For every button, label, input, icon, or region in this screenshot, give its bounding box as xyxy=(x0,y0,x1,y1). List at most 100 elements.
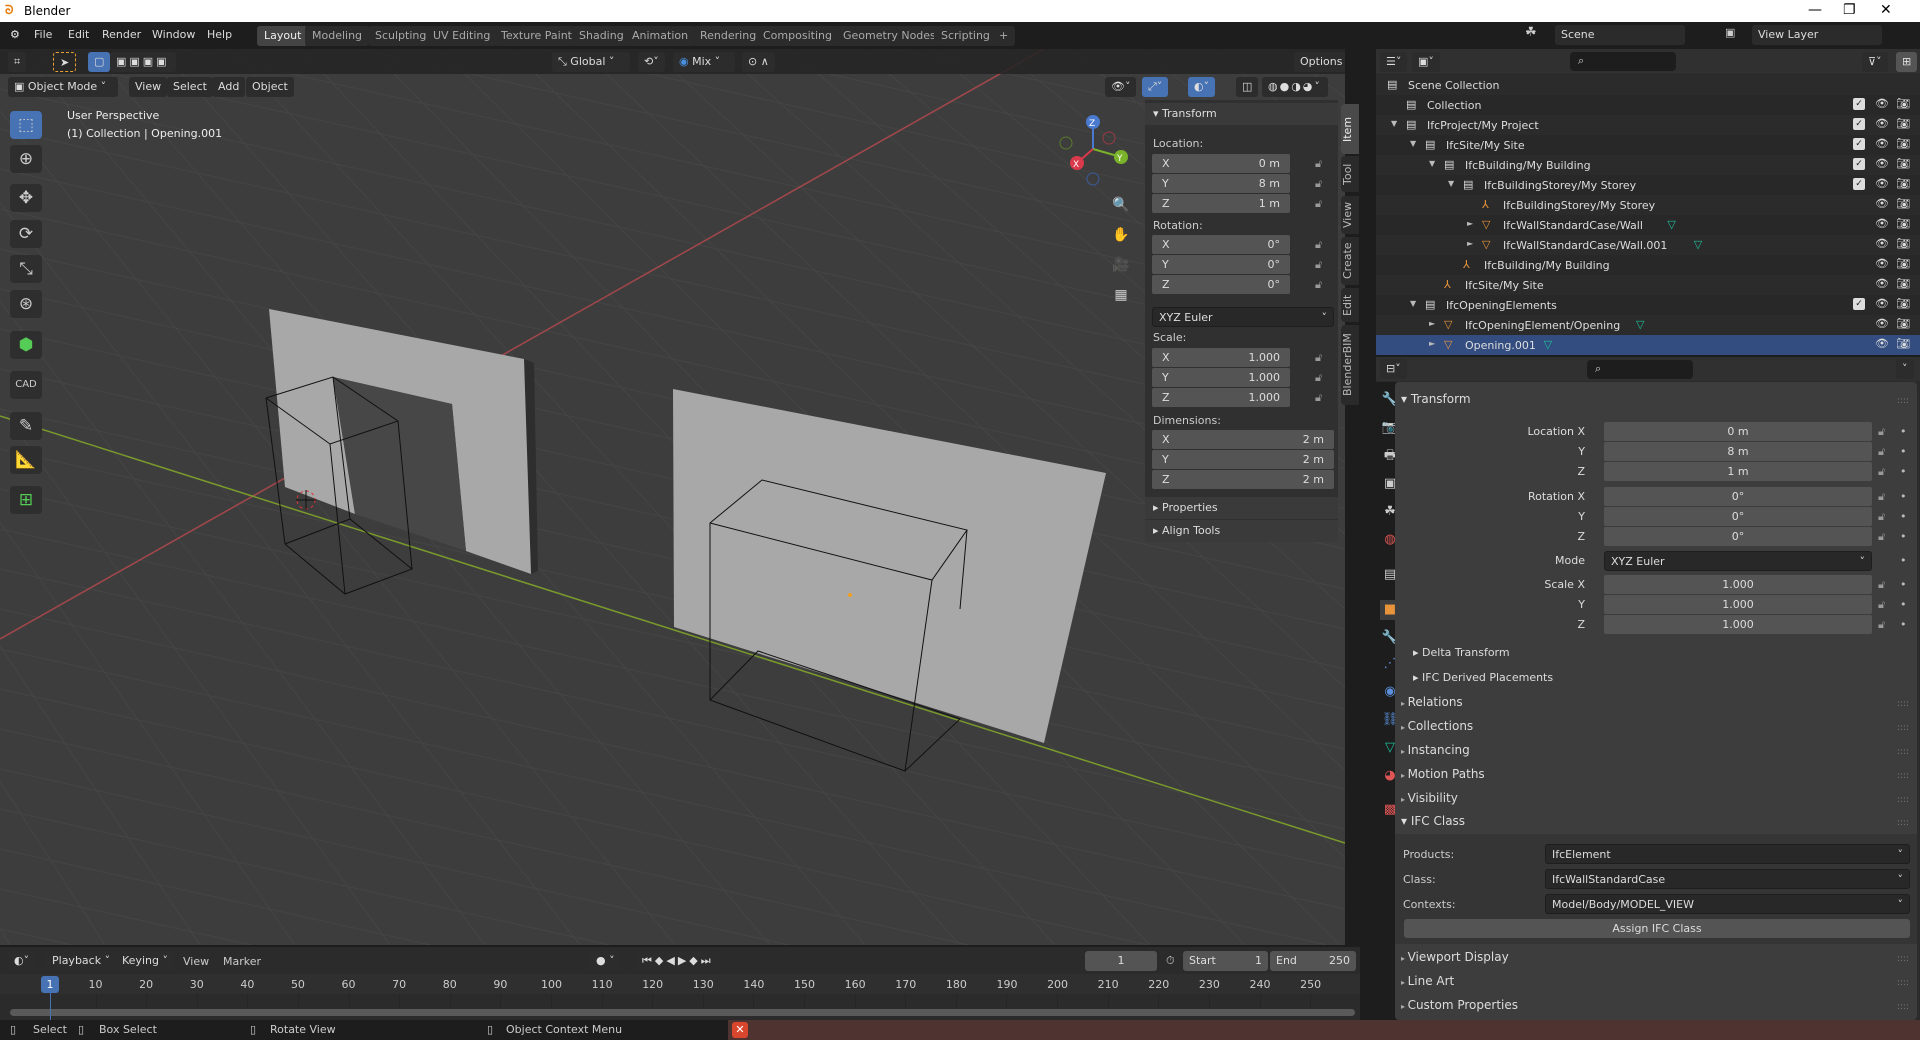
dimensions-y-field[interactable]: Y 2 m xyxy=(1152,450,1334,469)
outliner-row[interactable]: ⅄ IfcBuilding/My Building 👁︎ 📷︎ xyxy=(1376,255,1920,275)
rotation-field[interactable]: 0° xyxy=(1604,527,1872,546)
exclude-checkbox[interactable]: ✓ xyxy=(1853,118,1865,130)
expand-toggle-icon[interactable]: ▼ xyxy=(1410,139,1416,148)
tab-blenderbim[interactable]: BlenderBIM xyxy=(1341,325,1359,405)
outliner-row[interactable]: ► ▽ Opening.001 ▽ 👁︎ 📷︎ xyxy=(1376,335,1920,355)
location-field[interactable]: 1 m xyxy=(1604,462,1872,481)
close-button[interactable]: ✕ xyxy=(1880,2,1892,18)
menu-render[interactable]: Render xyxy=(102,28,141,41)
view-layer-selector[interactable]: View Layer xyxy=(1752,25,1882,45)
lock-icon[interactable]: 🔓︎ xyxy=(1315,371,1322,385)
scale-x-field[interactable]: X 1.000 xyxy=(1152,348,1290,367)
dimensions-x-field[interactable]: X 2 m xyxy=(1152,430,1334,449)
rotation-field[interactable]: 0° xyxy=(1604,487,1872,506)
add-cube-tool-icon[interactable]: ⊞ xyxy=(10,486,42,514)
tab-geometry-nodes[interactable]: Geometry Nodes xyxy=(836,26,943,46)
lock-icon[interactable]: 🔓︎ xyxy=(1315,391,1322,405)
eye-icon[interactable]: 👁︎ xyxy=(1875,157,1889,170)
select-tool-icon[interactable]: ➤ xyxy=(53,52,77,72)
gizmo-z-label[interactable]: Z xyxy=(1089,119,1095,129)
timeline-marker-menu[interactable]: Marker xyxy=(223,955,261,968)
mesh-data-icon[interactable]: ▽ xyxy=(1636,318,1644,331)
transform-panel-header[interactable]: ▾ Transform xyxy=(1145,103,1338,125)
tab-compositing[interactable]: Compositing xyxy=(756,26,839,46)
render-camera-icon[interactable]: 📷︎ xyxy=(1896,197,1910,210)
eye-icon[interactable]: 👁︎ xyxy=(1875,337,1889,350)
timeline-editor-type-icon[interactable]: ◐˅ xyxy=(8,951,36,971)
delta-transform-header[interactable]: ▸ Delta Transform xyxy=(1413,646,1510,666)
render-camera-icon[interactable]: 📷︎ xyxy=(1896,137,1910,150)
keyframe-dot-icon[interactable]: • xyxy=(1900,578,1907,591)
snap-dropdown[interactable]: ◉ Mix ˅ xyxy=(673,52,735,72)
outliner-row[interactable]: ▼ ▤ IfcProject/My Project ✓ 👁︎ 📷︎ xyxy=(1376,115,1920,135)
scene-icon[interactable]: ☘ xyxy=(1525,25,1537,40)
drag-grip-icon[interactable]: :::: xyxy=(1897,396,1909,406)
transform-tool-icon[interactable]: ⊛ xyxy=(10,290,42,318)
render-camera-icon[interactable]: 📷︎ xyxy=(1896,337,1910,350)
tab-tool[interactable]: Tool xyxy=(1341,156,1359,192)
keyframe-dot-icon[interactable]: • xyxy=(1900,598,1907,611)
blender-menu-icon[interactable]: ⚙ xyxy=(10,28,20,41)
tab-sculpting[interactable]: Sculpting xyxy=(368,26,434,46)
section-motion-paths[interactable]: ▸ Motion Paths xyxy=(1401,767,1485,787)
class-select[interactable]: IfcWallStandardCase ˅ xyxy=(1545,869,1910,889)
outliner-row[interactable]: ▤ Collection ✓ 👁︎ 📷︎ xyxy=(1376,95,1920,115)
expand-toggle-icon[interactable]: ▼ xyxy=(1429,159,1435,168)
rotate-tool-icon[interactable]: ⟳ xyxy=(10,220,42,248)
render-camera-icon[interactable]: 📷︎ xyxy=(1896,297,1910,310)
select-mode-icons[interactable]: ▣▣▣▣ xyxy=(110,52,176,72)
section-custom-properties[interactable]: ▸ Custom Properties xyxy=(1401,998,1518,1018)
eye-icon[interactable]: 👁︎ xyxy=(1875,137,1889,150)
exclude-checkbox[interactable]: ✓ xyxy=(1853,98,1865,110)
outliner-search-input[interactable]: ⌕ xyxy=(1570,52,1676,71)
tab-add[interactable]: + xyxy=(992,26,1016,46)
menu-select[interactable]: Select xyxy=(167,77,213,97)
location-z-field[interactable]: Z 1 m xyxy=(1152,194,1290,213)
annotate-tool-icon[interactable]: ✎ xyxy=(10,412,42,440)
tab-layout[interactable]: Layout xyxy=(257,26,309,46)
align-tools-panel-header[interactable]: ▸ Align Tools xyxy=(1145,520,1338,542)
menu-view[interactable]: View xyxy=(129,77,168,97)
drag-grip-icon[interactable]: :::: xyxy=(1897,818,1909,828)
tab-uv-editing[interactable]: UV Editing xyxy=(426,26,498,46)
cube-tool-icon[interactable]: ⬢ xyxy=(10,331,42,359)
lock-icon[interactable]: 🔓︎ xyxy=(1878,530,1885,544)
pivot-icon[interactable]: ⟲˅ xyxy=(638,52,665,72)
editor-type-icon[interactable]: ⌗ xyxy=(8,52,27,72)
tab-edit[interactable]: Edit xyxy=(1341,288,1359,322)
lock-icon[interactable]: 🔓︎ xyxy=(1878,465,1885,479)
eye-icon[interactable]: 👁︎ xyxy=(1875,277,1889,290)
rotation-mode-select[interactable]: XYZ Euler ˅ xyxy=(1604,551,1872,571)
outliner-editor-type-icon[interactable]: ☰˅ xyxy=(1380,52,1408,72)
keyframe-dot-icon[interactable]: • xyxy=(1900,510,1907,523)
menu-object[interactable]: Object xyxy=(246,77,294,97)
eye-icon[interactable]: 👁︎ xyxy=(1875,197,1889,210)
expand-toggle-icon[interactable]: ▼ xyxy=(1448,179,1454,188)
view-layer-icon[interactable]: ▣ xyxy=(1725,26,1735,39)
timeline-view-menu[interactable]: View xyxy=(183,955,209,968)
gizmo-y-label[interactable]: Y xyxy=(1116,154,1123,164)
lock-icon[interactable]: 🔓︎ xyxy=(1878,618,1885,632)
properties-panel-header[interactable]: ▸ Properties xyxy=(1145,497,1338,519)
outliner-row[interactable]: ▼ ▤ IfcOpeningElements ✓ 👁︎ 📷︎ xyxy=(1376,295,1920,315)
lock-icon[interactable]: 🔓︎ xyxy=(1315,157,1322,171)
gizmo-toggle-icon[interactable]: ⤢˅ xyxy=(1142,77,1169,97)
scale-tool-icon[interactable]: ⤡ xyxy=(10,255,42,283)
outliner-row[interactable]: ▼ ▤ IfcBuildingStorey/My Storey ✓ 👁︎ 📷︎ xyxy=(1376,175,1920,195)
select-box-tool-icon[interactable]: ⬚ xyxy=(10,111,42,139)
pan-view-icon[interactable]: ✋ xyxy=(1108,222,1134,248)
tab-texture-paint[interactable]: Texture Paint xyxy=(494,26,579,46)
scale-field[interactable]: 1.000 xyxy=(1604,615,1872,634)
lock-icon[interactable]: 🔓︎ xyxy=(1315,197,1322,211)
auto-keying-icon[interactable]: ● ˅ xyxy=(590,951,621,971)
eye-icon[interactable]: 👁︎ xyxy=(1875,117,1889,130)
options-button[interactable]: Options xyxy=(1294,52,1345,72)
proportional-edit-icon[interactable]: ⊙ ∧ xyxy=(742,52,775,72)
rotation-x-field[interactable]: X 0° xyxy=(1152,235,1290,254)
rotation-z-field[interactable]: Z 0° xyxy=(1152,275,1290,294)
start-frame-field[interactable]: Start 1 xyxy=(1183,951,1268,971)
lock-icon[interactable]: 🔓︎ xyxy=(1315,177,1322,191)
section-visibility[interactable]: ▸ Visibility xyxy=(1401,791,1458,811)
section-relations[interactable]: ▸ Relations xyxy=(1401,695,1463,715)
ortho-toggle-icon[interactable]: ▦ xyxy=(1108,282,1134,308)
